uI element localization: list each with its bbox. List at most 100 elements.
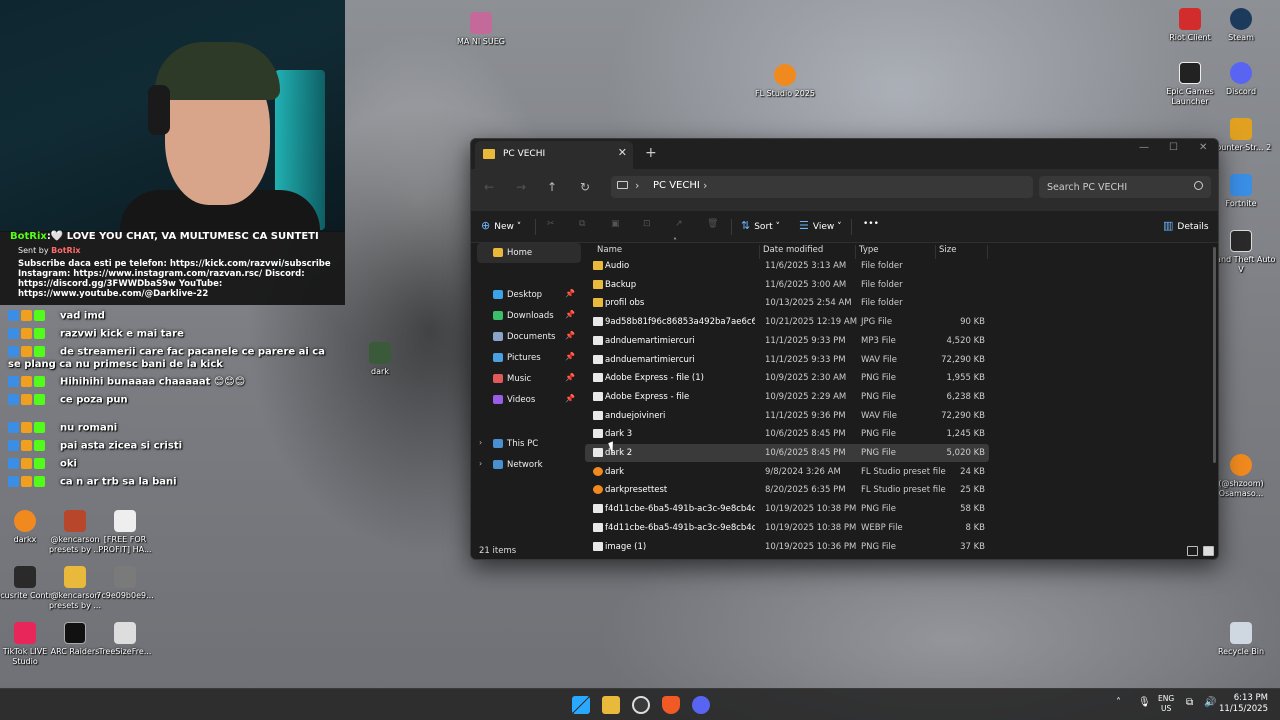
search-input[interactable] — [1047, 179, 1187, 195]
chat-message: ce poza pun — [8, 394, 128, 406]
desktop-icon-ma-ni-sueg[interactable]: MA NI SUEG — [446, 12, 516, 47]
clock[interactable]: 6:13 PM 11/15/2025 — [1219, 693, 1268, 715]
desktop-icon-discord[interactable]: Discord — [1206, 62, 1276, 97]
search-box[interactable] — [1039, 176, 1211, 198]
sidebar-item-this-pc[interactable]: › This PC — [477, 434, 581, 454]
copy-icon[interactable]: ⧉ — [579, 219, 585, 229]
file-row[interactable]: f4d11cbe-6ba5-491b-ac3c-9e8cb4d55a5e... 1… — [585, 519, 989, 537]
sidebar-item-desktop[interactable]: Desktop 📌 — [477, 285, 581, 305]
details-button[interactable]: ▥ Details — [1163, 219, 1209, 232]
obs-icon[interactable] — [632, 696, 650, 714]
sort-button[interactable]: ⇅ Sort ˅ — [741, 219, 780, 232]
close-tab-icon[interactable]: ✕ — [618, 146, 627, 159]
tab-pc-vechi[interactable]: PC VECHI ✕ — [475, 141, 633, 169]
refresh-button[interactable]: ↻ — [575, 180, 595, 194]
file-date: 8/20/2025 6:35 PM — [765, 485, 846, 496]
desktop-icon-fl-studio[interactable]: FL Studio 2025 — [750, 64, 820, 99]
file-date: 11/1/2025 9:33 PM — [765, 335, 846, 346]
more-options-icon[interactable]: ••• — [863, 219, 879, 229]
sidebar-item-documents[interactable]: Documents 📌 — [477, 327, 581, 347]
file-type: PNG File — [861, 373, 896, 384]
file-row[interactable]: Backup 11/6/2025 3:00 AM File folder — [585, 276, 989, 294]
downloads-icon — [493, 311, 503, 320]
desktop-icon-free-for-profit[interactable]: [FREE FOR PROFIT] HA... — [90, 510, 160, 555]
delete-icon[interactable]: 🗑 — [707, 219, 718, 229]
badge-icon — [8, 476, 19, 487]
column-header-name[interactable]: Name — [597, 245, 622, 255]
share-icon[interactable]: ↗ — [675, 219, 683, 229]
volume-icon[interactable]: 🔊 — [1204, 697, 1216, 708]
brave-icon[interactable] — [662, 696, 680, 714]
file-size: 24 KB — [960, 466, 985, 477]
file-row[interactable]: Adobe Express - file (1) 10/9/2025 2:30 A… — [585, 369, 989, 387]
sort-label: Sort — [754, 222, 773, 232]
file-row[interactable]: Audio 11/6/2025 3:13 AM File folder — [585, 257, 989, 275]
discord-icon — [1230, 62, 1252, 84]
file-type: MP3 File — [861, 335, 896, 346]
up-button[interactable]: ↑ — [542, 180, 562, 194]
column-header-size[interactable]: Size — [939, 245, 956, 255]
file-row[interactable]: darkpresettest 8/20/2025 6:35 PM FL Studio… — [585, 481, 989, 499]
file-row[interactable]: 9ad58b81f96c86853a492ba7ae6c6228 10/21/20… — [585, 313, 989, 331]
sidebar-item-label: Videos — [507, 395, 536, 405]
close-window-button[interactable]: ✕ — [1199, 142, 1207, 153]
discord-icon[interactable] — [692, 696, 710, 714]
cut-icon[interactable]: ✂ — [547, 219, 555, 229]
file-date: 9/8/2024 3:26 AM — [765, 466, 841, 477]
badge-icon — [34, 458, 45, 469]
chevron-right-icon[interactable]: › — [479, 438, 482, 447]
back-button[interactable]: ← — [479, 180, 499, 194]
desktop-icon-treesize[interactable]: TreeSizeFre... — [90, 622, 160, 657]
sidebar-item-network[interactable]: › Network — [477, 455, 581, 475]
file-row[interactable]: dark 2 10/6/2025 8:45 PM PNG File 5,020 KB — [585, 444, 989, 462]
desktop-icon-hash-file[interactable]: 7c9e09b0e9... — [90, 566, 160, 601]
chevron-right-icon[interactable]: › — [479, 459, 482, 468]
sidebar-item-videos[interactable]: Videos 📌 — [477, 390, 581, 410]
sidebar-item-music[interactable]: Music 📌 — [477, 369, 581, 389]
language-indicator[interactable]: ENG US — [1158, 694, 1174, 714]
fl-studio-icon — [593, 466, 603, 476]
file-explorer-icon[interactable] — [602, 696, 620, 714]
chat-text: razvwi kick e mai tare — [60, 328, 184, 340]
maximize-button[interactable]: ☐ — [1169, 142, 1178, 153]
file-name: Audio — [605, 261, 630, 271]
desktop-icon-recycle-bin[interactable]: Recycle Bin — [1206, 622, 1276, 657]
file-row[interactable]: f4d11cbe-6ba5-491b-ac3c-9e8cb4d55a5e... 1… — [585, 500, 989, 518]
file-row[interactable]: profil obs 10/13/2025 2:54 AM File folder — [585, 294, 989, 312]
file-row[interactable]: adnduemartimiercuri 11/1/2025 9:33 PM WAV … — [585, 351, 989, 369]
column-header-date[interactable]: Date modified — [763, 245, 823, 255]
forward-button[interactable]: → — [511, 180, 531, 194]
details-view-button[interactable] — [1187, 546, 1198, 556]
column-header-type[interactable]: Type — [859, 245, 879, 255]
microphone-icon[interactable]: 🎙 — [1138, 697, 1151, 708]
address-bar[interactable]: › PC VECHI › — [611, 176, 1033, 198]
start-icon[interactable] — [572, 696, 590, 714]
file-row[interactable]: dark 9/8/2024 3:26 AM FL Studio preset fil… — [585, 463, 989, 481]
network-icon[interactable]: ⧉ — [1186, 697, 1193, 708]
chevron-up-icon[interactable]: ˄ — [1116, 697, 1121, 708]
view-button[interactable]: ☰ View ˅ — [799, 219, 842, 232]
desktop-icon-dark[interactable]: dark — [345, 342, 415, 377]
badge-icon — [21, 422, 32, 433]
bot-name: BotRix — [10, 231, 47, 242]
tiles-view-button[interactable] — [1203, 546, 1214, 556]
desktop-icon-steam[interactable]: Steam — [1206, 8, 1276, 43]
file-size: 1,245 KB — [946, 429, 985, 440]
icon-label: Fortnite — [1225, 199, 1257, 208]
paste-icon[interactable]: ▣ — [611, 219, 620, 229]
minimize-button[interactable]: — — [1139, 142, 1149, 153]
new-button[interactable]: ⊕ New ˅ — [481, 219, 521, 232]
rename-icon[interactable]: ⊡ — [643, 219, 651, 229]
file-row[interactable]: Adobe Express - file 10/9/2025 2:29 AM PNG… — [585, 388, 989, 406]
sidebar-item-downloads[interactable]: Downloads 📌 — [477, 306, 581, 326]
file-name: anduejoivineri — [605, 410, 666, 421]
vertical-scrollbar[interactable] — [1213, 247, 1216, 463]
sidebar-item-home[interactable]: Home — [477, 243, 581, 263]
breadcrumb[interactable]: PC VECHI — [653, 180, 700, 191]
new-tab-button[interactable]: + — [645, 145, 657, 161]
file-row[interactable]: anduejoivineri 11/1/2025 9:36 PM WAV File 7… — [585, 407, 989, 425]
file-row[interactable]: adnduemartimiercuri 11/1/2025 9:33 PM MP3 … — [585, 332, 989, 350]
sidebar-item-pictures[interactable]: Pictures 📌 — [477, 348, 581, 368]
folder-icon — [483, 149, 495, 159]
file-row[interactable]: dark 3 10/6/2025 8:45 PM PNG File 1,245 KB — [585, 425, 989, 443]
